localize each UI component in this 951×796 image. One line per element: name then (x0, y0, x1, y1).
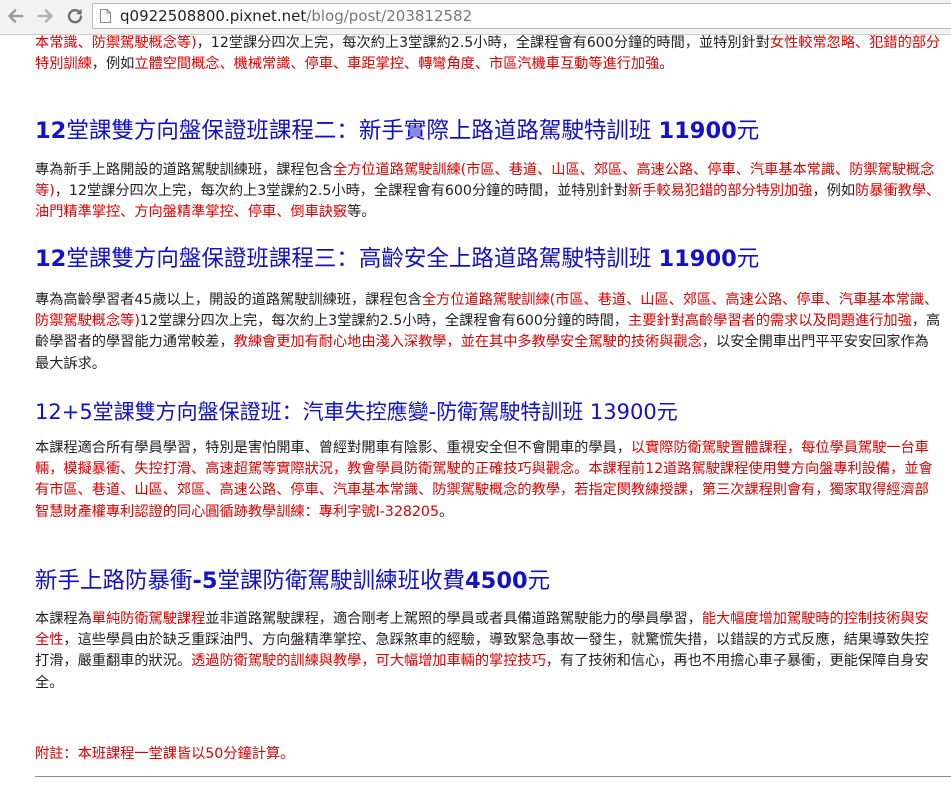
heading-price: 11900 (658, 246, 737, 272)
heading-price: 11900 (658, 118, 737, 144)
browser-toolbar: q0922508800.pixnet.net/blog/post/2038125… (0, 0, 951, 35)
footnote-text: 附註：本班課程一堂課皆以50分鐘計算。 (35, 746, 295, 762)
heading-price: 4500 (465, 568, 528, 594)
highlight-text: 教練會更加有耐心地由淺入深教學，並在其中多教學安全駕駛的技術與觀念 (233, 334, 702, 351)
body-text: 專為新手上路開設的道路駕駛訓練班，課程包含 (35, 162, 333, 178)
heading-text: 堂課雙方向盤保證班課程三：高齡安全上路道路駕駛特訓班 (66, 246, 652, 272)
forward-button[interactable] (34, 4, 58, 28)
heading-number: 12 (35, 118, 67, 144)
address-bar[interactable]: q0922508800.pixnet.net/blog/post/2038125… (92, 3, 951, 29)
highlight-text: 新手較易犯錯的部分特別加強 (628, 183, 813, 200)
footnote: 附註：本班課程一堂課皆以50分鐘計算。 (35, 744, 941, 765)
heading-course-3: 12堂課雙方向盤保證班課程三：高齡安全上路道路駕駛特訓班 11900元 (35, 244, 941, 274)
heading-course-defensive: 12+5堂課雙方向盤保證班：汽車失控應變-防衛駕駛特訓班 13900元 (35, 397, 941, 427)
divider (35, 776, 951, 777)
heading-text: 堂課防衛駕駛訓練班收費 (217, 568, 466, 594)
heading-course-2: 12堂課雙方向盤保證班課程二：新手實際上路道路駕駛特訓班 11900元 (35, 116, 941, 146)
reload-icon (67, 8, 83, 24)
page-content: 本常識、防禦駕駛概念等)，12堂課分四次上完，每次約上3堂課約2.5小時，全課程… (0, 35, 951, 796)
heading-text: 元 (736, 246, 760, 272)
heading-number: 12 (35, 246, 67, 272)
course-description-defensive: 本課程適合所有學員學習，特別是害怕開車、曾經對開車有陰影、重視安全但不會開車的學… (35, 438, 941, 523)
back-arrow-icon (8, 9, 24, 23)
body-text: ，12堂課分四次上完，每次約上3堂課約2.5小時，全課程會有600分鐘的時間，並… (54, 183, 629, 200)
body-text: ，12堂課分四次上完，每次約上3堂課約2.5小時，全課程會有600分鐘的時間，並… (196, 35, 770, 51)
back-button[interactable] (3, 4, 27, 28)
heading-text: 元 (736, 118, 760, 144)
body-text: 等。 (347, 204, 376, 221)
heading-text: 12+5堂課雙方向盤保證班：汽車失控應變-防衛駕駛特訓班 13900元 (35, 400, 678, 424)
heading-course-anti-surge: 新手上路防暴衝-5堂課防衛駕駛訓練班收費4500元 (35, 566, 941, 596)
body-text: 。 (438, 503, 454, 520)
heading-text: 新手上路防暴衝 (35, 568, 193, 594)
body-text: 12堂課分四次上完，每次約上3堂課約2.5小時，全課程會有600分鐘的時間， (139, 313, 629, 330)
course-description-1: 本常識、防禦駕駛概念等)，12堂課分四次上完，每次約上3堂課約2.5小時，全課程… (35, 35, 941, 75)
heading-text: 堂課雙方向盤保證班課程二：新手實際上路道路駕駛特訓班 (66, 118, 652, 144)
heading-text: 元 (527, 568, 551, 594)
body-text: 本課程為 (35, 611, 92, 627)
forward-arrow-icon (37, 9, 53, 23)
highlight-text: 主要針對高齡學習者的需求以及問題進行加強 (628, 313, 912, 330)
highlight-text: 立體空間概念、機械常識、停車、車距掌控、轉彎角度、市區汽機車互動等進行加強 (134, 56, 660, 73)
heading-number: -5 (192, 568, 218, 594)
body-text: ，例如 (812, 183, 856, 200)
body-text: 。 (659, 56, 674, 73)
reload-button[interactable] (63, 4, 87, 28)
highlight-text: 透過防衛駕駛的訓練與教學，可大幅增加車輛的掌控技巧 (191, 653, 546, 670)
body-text: ，例如 (91, 56, 135, 73)
course-description-2: 專為新手上路開設的道路駕駛訓練班，課程包含全方位道路駕駛訓練(市區、巷道、山區、… (35, 160, 941, 224)
body-text: 並非道路駕駛課程，適合剛考上駕照的學員或者具備道路駕駛能力的學員學習， (205, 611, 702, 627)
url-domain: q0922508800.pixnet.net (120, 7, 307, 25)
body-text: 專為高齡學習者45歲以上，開設的道路駕駛訓練班，課程包含 (35, 292, 422, 308)
url-path: /blog/post/203812582 (306, 7, 473, 25)
url-text: q0922508800.pixnet.net/blog/post/2038125… (120, 8, 472, 25)
course-description-anti-surge: 本課程為單純防衛駕駛課程並非道路駕駛課程，適合剛考上駕照的學員或者具備道路駕駛能… (35, 609, 941, 694)
course-description-3: 專為高齡學習者45歲以上，開設的道路駕駛訓練班，課程包含全方位道路駕駛訓練(市區… (35, 290, 941, 375)
body-text: 本課程適合所有學員學習，特別是害怕開車、曾經對開車有陰影、重視安全但不會開車的學… (35, 440, 631, 456)
highlight-text: 單純防衛駕駛課程 (91, 611, 206, 627)
page-icon (100, 9, 111, 23)
highlight-text: 本常識、防禦駕駛概念等) (35, 35, 197, 51)
